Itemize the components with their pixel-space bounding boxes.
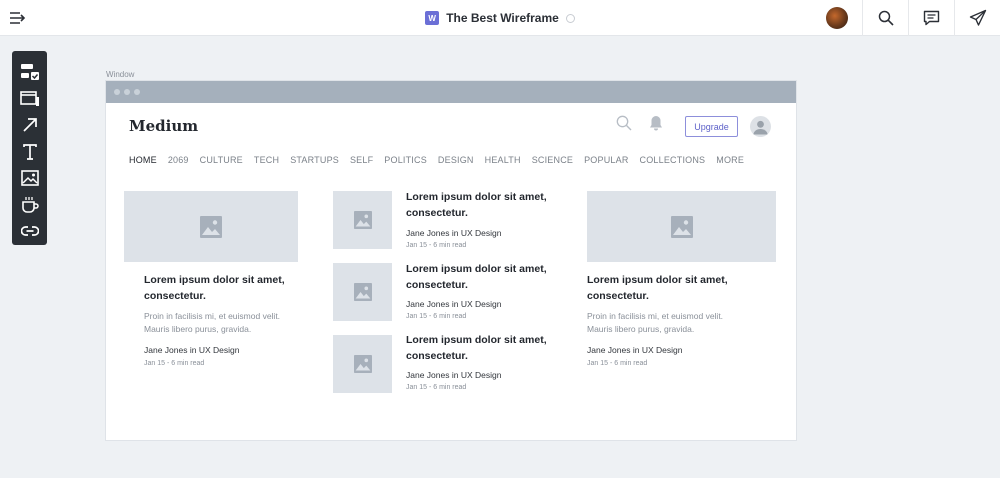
arrow-icon xyxy=(22,118,37,132)
nav-item-design[interactable]: DESIGN xyxy=(438,155,474,167)
profile-avatar[interactable] xyxy=(750,116,771,137)
article-author[interactable]: Jane Jones in UX Design xyxy=(587,345,682,355)
featured-article-excerpt: Proin in facilisis mi, et euismod velit.… xyxy=(144,311,281,334)
components-tool[interactable] xyxy=(12,59,47,86)
nav-item-2069[interactable]: 2069 xyxy=(168,155,189,167)
coffee-icon xyxy=(21,196,39,213)
article-author[interactable]: Jane Jones in UX Design xyxy=(144,345,239,355)
status-check-icon xyxy=(565,13,575,23)
text-icon xyxy=(22,143,37,160)
comments-button[interactable] xyxy=(908,0,954,36)
article-meta: Jan 15 - 6 min read xyxy=(406,384,467,391)
top-bar: W The Best Wireframe xyxy=(0,0,1000,36)
nav-item-self[interactable]: SELF xyxy=(350,155,373,167)
image-placeholder-icon xyxy=(353,211,372,229)
image-tool[interactable] xyxy=(12,165,47,192)
nav-item-culture[interactable]: CULTURE xyxy=(200,155,243,167)
article-author[interactable]: Jane Jones in UX Design xyxy=(406,370,501,380)
bell-icon xyxy=(650,116,662,131)
featured-image-placeholder[interactable] xyxy=(587,191,776,262)
article-author[interactable]: Jane Jones in UX Design xyxy=(406,299,501,309)
avatar xyxy=(826,7,848,29)
user-icon xyxy=(753,120,768,135)
featured-article-title[interactable]: Lorem ipsum dolor sit amet, consectetur. xyxy=(144,273,302,304)
nav-item-tech[interactable]: TECH xyxy=(254,155,279,167)
notifications-button[interactable] xyxy=(649,115,663,136)
document-title[interactable]: The Best Wireframe xyxy=(446,11,559,25)
window-label: Window xyxy=(106,70,135,79)
article-meta: Jan 15 - 6 min read xyxy=(406,242,467,249)
text-tool[interactable] xyxy=(12,139,47,166)
window-title-bar[interactable] xyxy=(106,81,796,103)
image-placeholder-icon xyxy=(353,355,372,373)
arrow-tool[interactable] xyxy=(12,112,47,139)
window-icon xyxy=(19,90,39,106)
send-icon xyxy=(969,9,986,26)
site-logo[interactable]: Medium xyxy=(129,117,198,135)
category-nav: HOME 2069 CULTURE TECH STARTUPS SELF POL… xyxy=(129,155,755,167)
image-placeholder-icon xyxy=(670,215,693,238)
image-placeholder-icon xyxy=(200,215,222,238)
search-button[interactable] xyxy=(862,0,908,36)
image-placeholder-icon xyxy=(353,283,372,301)
window-dot xyxy=(124,89,130,95)
list-article-title[interactable]: Lorem ipsum dolor sit amet, consectetur. xyxy=(406,262,558,293)
nav-item-popular[interactable]: POPULAR xyxy=(584,155,628,167)
window-dot xyxy=(114,89,120,95)
components-icon xyxy=(20,64,39,81)
menu-collapse-icon xyxy=(10,12,26,24)
share-button[interactable] xyxy=(954,0,1000,36)
nav-item-politics[interactable]: POLITICS xyxy=(384,155,427,167)
coffee-tool[interactable] xyxy=(12,192,47,219)
article-meta: Jan 15 - 6 min read xyxy=(144,360,205,367)
document-badge: W xyxy=(425,11,440,25)
featured-article-excerpt: Proin in facilisis mi, et euismod velit.… xyxy=(587,311,724,334)
tool-palette xyxy=(12,51,47,245)
search-icon xyxy=(878,10,894,26)
article-author[interactable]: Jane Jones in UX Design xyxy=(406,228,501,238)
browser-window[interactable]: Medium Upgrade HOME 2069 CULTURE TECH ST… xyxy=(106,81,796,440)
featured-article-title[interactable]: Lorem ipsum dolor sit amet, consectetur. xyxy=(587,273,757,304)
comment-icon xyxy=(923,10,940,26)
search-icon xyxy=(616,115,632,131)
list-article-title[interactable]: Lorem ipsum dolor sit amet, consectetur. xyxy=(406,333,558,364)
nav-item-health[interactable]: HEALTH xyxy=(485,155,521,167)
menu-collapse-button[interactable] xyxy=(0,0,36,36)
nav-item-collections[interactable]: COLLECTIONS xyxy=(640,155,706,167)
article-meta: Jan 15 - 6 min read xyxy=(406,313,467,320)
link-icon xyxy=(20,226,39,237)
list-image-placeholder[interactable] xyxy=(333,263,392,321)
nav-item-science[interactable]: SCIENCE xyxy=(532,155,573,167)
list-image-placeholder[interactable] xyxy=(333,335,392,393)
list-article-title[interactable]: Lorem ipsum dolor sit amet, consectetur. xyxy=(406,190,558,221)
window-dot xyxy=(134,89,140,95)
nav-item-home[interactable]: HOME xyxy=(129,155,157,167)
nav-item-more[interactable]: MORE xyxy=(716,155,744,167)
topbar-actions xyxy=(812,0,1000,36)
site-search-button[interactable] xyxy=(616,115,632,136)
featured-image-placeholder[interactable] xyxy=(124,191,298,262)
nav-item-startups[interactable]: STARTUPS xyxy=(290,155,339,167)
image-icon xyxy=(20,170,39,187)
upgrade-button[interactable]: Upgrade xyxy=(685,116,738,137)
window-tool[interactable] xyxy=(12,86,47,113)
list-image-placeholder[interactable] xyxy=(333,191,392,249)
user-avatar-button[interactable] xyxy=(812,0,862,36)
link-tool[interactable] xyxy=(12,218,47,245)
article-meta: Jan 15 - 6 min read xyxy=(587,360,648,367)
